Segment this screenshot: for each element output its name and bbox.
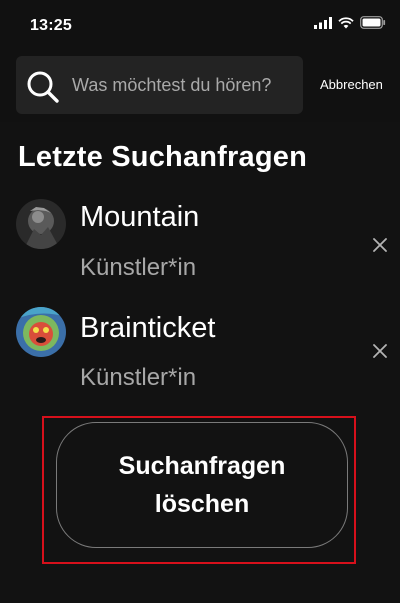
clear-searches-button[interactable]: Suchanfragen löschen	[56, 422, 348, 548]
close-icon	[373, 344, 387, 358]
cellular-signal-icon	[314, 16, 332, 29]
artist-image-brainticket	[16, 307, 66, 357]
avatar	[16, 307, 66, 357]
cancel-button[interactable]: Abbrechen	[320, 77, 383, 92]
remove-button[interactable]	[366, 231, 394, 259]
item-type: Künstler*in	[80, 364, 197, 391]
search-icon	[27, 71, 59, 103]
avatar	[16, 199, 66, 249]
recent-item-mountain[interactable]: Mountain Künstler*in	[0, 195, 400, 291]
search-row: Abbrechen	[0, 56, 400, 116]
recent-item-brainticket[interactable]: Brainticket Künstler*in	[0, 302, 400, 398]
artist-image-mountain	[16, 199, 66, 249]
close-icon	[373, 238, 387, 252]
item-name: Brainticket	[80, 312, 216, 344]
status-time: 13:25	[30, 17, 72, 34]
top-area: 13:25 Was möchtest du hören? Abbrechen	[0, 0, 400, 122]
search-input[interactable]	[72, 56, 300, 114]
remove-button[interactable]	[366, 337, 394, 365]
battery-icon	[360, 16, 386, 29]
status-icons	[314, 16, 386, 29]
search-box[interactable]	[16, 56, 303, 114]
status-bar: 13:25	[0, 0, 400, 46]
wifi-icon	[338, 16, 354, 28]
item-name: Mountain	[80, 201, 200, 233]
section-title: Letzte Suchanfragen	[18, 141, 308, 173]
item-type: Künstler*in	[80, 254, 197, 281]
